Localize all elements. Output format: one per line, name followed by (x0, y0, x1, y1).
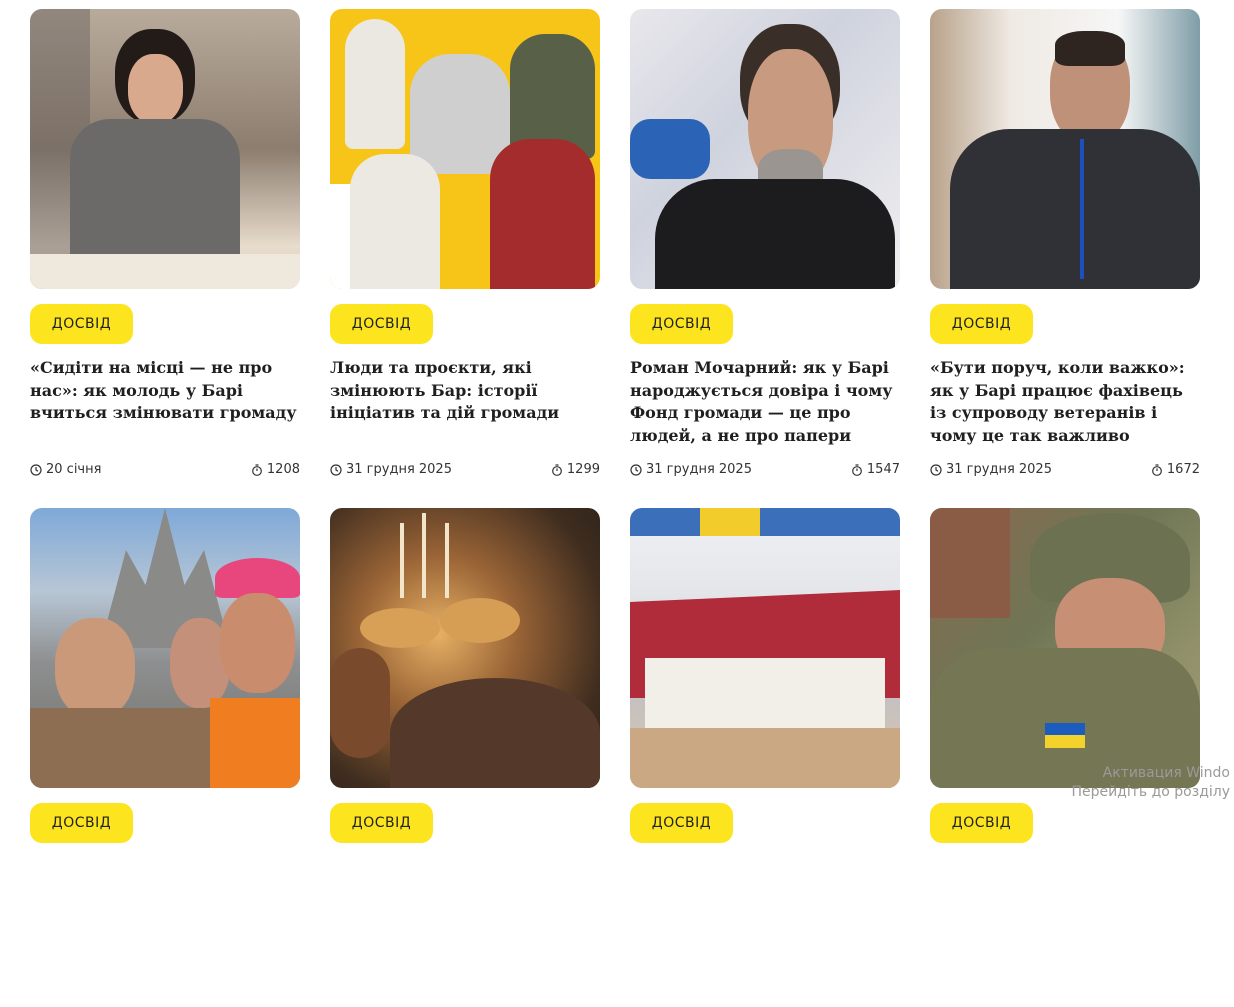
article-photo[interactable] (930, 9, 1200, 289)
article-meta: 31 грудня 2025 1672 (930, 462, 1200, 477)
article-photo[interactable] (630, 508, 900, 788)
article-photo[interactable] (30, 508, 300, 788)
category-badge[interactable]: ДОСВІД (630, 304, 733, 344)
article-views: 1299 (566, 462, 600, 477)
article-card[interactable]: ДОСВІД (630, 508, 900, 1007)
timer-icon (852, 463, 862, 476)
article-views: 1547 (866, 462, 900, 477)
article-title[interactable]: «Бути поруч, коли важко»: як у Барі прац… (930, 357, 1200, 447)
category-badge[interactable]: ДОСВІД (30, 803, 133, 843)
article-photo[interactable] (630, 9, 900, 289)
article-card[interactable]: ДОСВІД (930, 508, 1200, 1007)
article-title[interactable]: Роман Мочарний: як у Барі народжується д… (630, 357, 900, 447)
category-badge[interactable]: ДОСВІД (630, 803, 733, 843)
clock-icon (330, 463, 342, 476)
article-title[interactable]: «Сидіти на місці — не про нас»: як молод… (30, 357, 300, 425)
article-card[interactable]: ДОСВІД «Сидіти на місці — не про нас»: я… (30, 9, 300, 508)
clock-icon (30, 463, 42, 476)
article-date: 31 грудня 2025 (946, 462, 1052, 477)
article-card[interactable]: ДОСВІД Люди та проєкти, які змінюють Бар… (330, 9, 600, 508)
article-grid: ДОСВІД «Сидіти на місці — не про нас»: я… (30, 9, 1200, 1007)
article-title[interactable]: Люди та проєкти, які змінюють Бар: істор… (330, 357, 600, 425)
article-card[interactable]: ДОСВІД «Бути поруч, коли важко»: як у Ба… (930, 9, 1200, 508)
category-badge[interactable]: ДОСВІД (930, 304, 1033, 344)
category-badge[interactable]: ДОСВІД (330, 803, 433, 843)
clock-icon (930, 463, 942, 476)
article-date: 31 грудня 2025 (646, 462, 752, 477)
article-card[interactable]: ДОСВІД (30, 508, 300, 1007)
article-photo[interactable] (930, 508, 1200, 788)
article-photo[interactable] (330, 508, 600, 788)
category-badge[interactable]: ДОСВІД (930, 803, 1033, 843)
article-meta: 31 грудня 2025 1299 (330, 462, 600, 477)
article-views: 1208 (266, 462, 300, 477)
article-date: 20 січня (46, 462, 102, 477)
windows-activation-watermark: Активация Windo Перейдіть до розділу (1071, 765, 1230, 800)
article-meta: 20 січня 1208 (30, 462, 300, 477)
article-photo[interactable] (30, 9, 300, 289)
timer-icon (552, 463, 562, 476)
article-photo[interactable] (330, 9, 600, 289)
article-date: 31 грудня 2025 (346, 462, 452, 477)
article-meta: 31 грудня 2025 1547 (630, 462, 900, 477)
article-card[interactable]: ДОСВІД Роман Мочарний: як у Барі народжу… (630, 9, 900, 508)
article-views: 1672 (1166, 462, 1200, 477)
clock-icon (630, 463, 642, 476)
timer-icon (1152, 463, 1162, 476)
category-badge[interactable]: ДОСВІД (30, 304, 133, 344)
category-badge[interactable]: ДОСВІД (330, 304, 433, 344)
article-card[interactable]: ДОСВІД (330, 508, 600, 1007)
timer-icon (252, 463, 262, 476)
